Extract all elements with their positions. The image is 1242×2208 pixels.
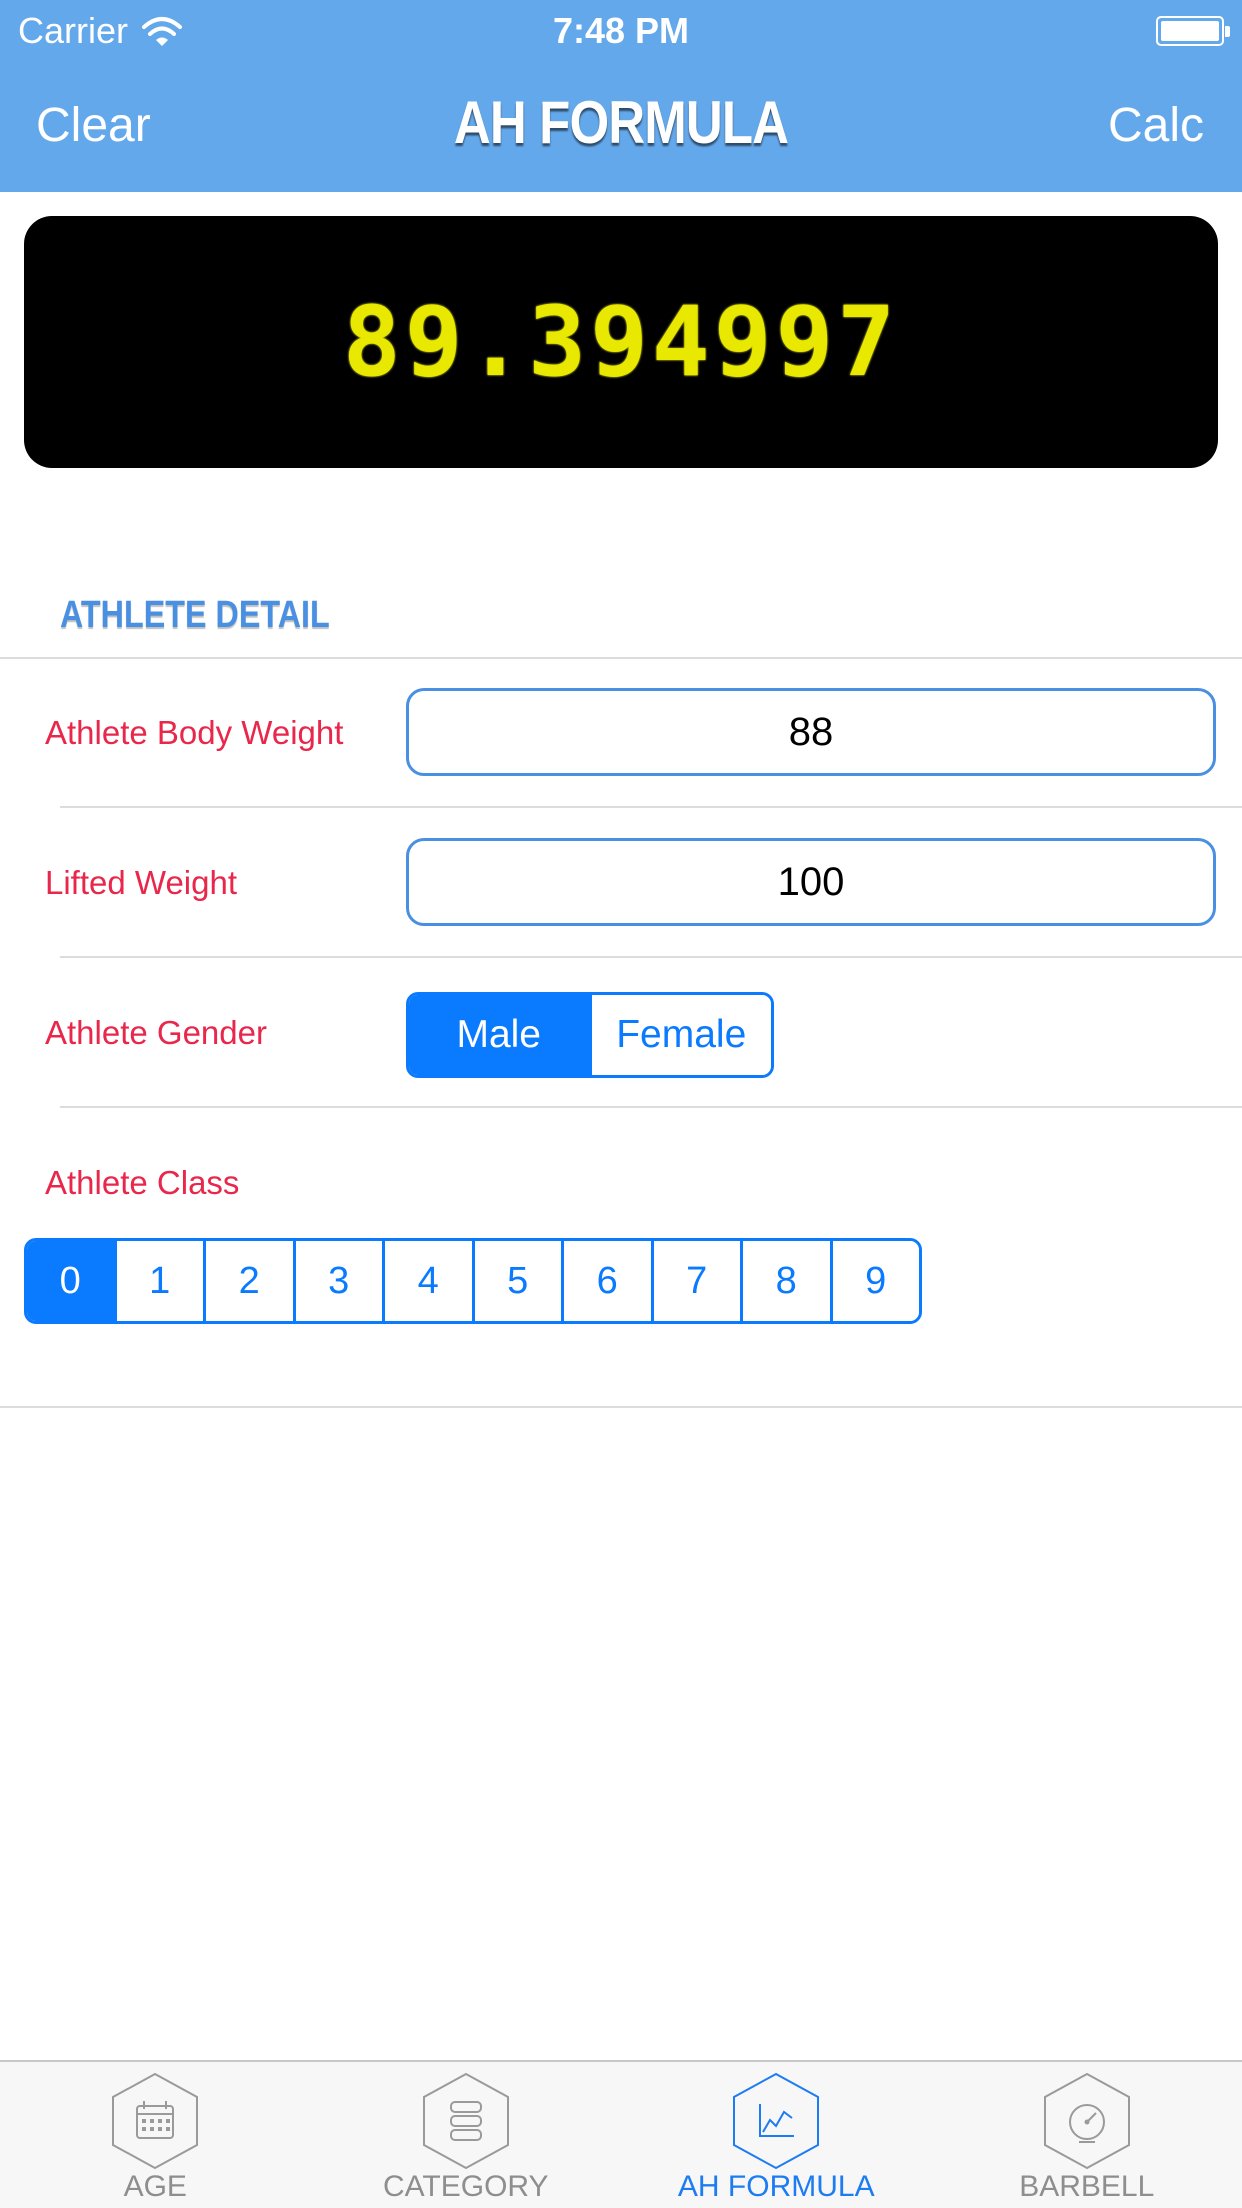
class-option-3[interactable]: 3 (295, 1241, 385, 1321)
body-weight-input[interactable]: 88 (406, 688, 1216, 776)
section-divider-bottom (0, 1406, 1242, 1408)
chart-icon (733, 2072, 820, 2170)
result-value: 89.394997 (342, 286, 900, 398)
class-option-6[interactable]: 6 (564, 1241, 654, 1321)
page-title: AH FORMULA (453, 89, 789, 156)
tab-bar: AGE CATEGORY AH FORMULA BARBELL (0, 2060, 1242, 2208)
gender-option-male[interactable]: Male (409, 995, 592, 1075)
class-option-2[interactable]: 2 (206, 1241, 296, 1321)
status-time: 7:48 PM (552, 10, 690, 51)
tab-label: AH FORMULA (677, 2170, 875, 2203)
row-divider (60, 806, 1242, 808)
section-title: ATHLETE DETAIL (60, 594, 330, 636)
gender-option-female[interactable]: Female (591, 995, 771, 1075)
tab-age[interactable]: AGE (0, 2062, 311, 2208)
class-option-8[interactable]: 8 (743, 1241, 833, 1321)
row-divider (60, 956, 1242, 958)
tab-ah-formula[interactable]: AH FORMULA (621, 2062, 932, 2208)
tab-label: BARBELL (1019, 2170, 1155, 2203)
class-option-1[interactable]: 1 (116, 1241, 206, 1321)
section-divider-top (0, 657, 1242, 659)
class-label: Athlete Class (45, 1164, 240, 1201)
navigation-header: Carrier 7:48 PM Clear AH FORMULA Calc (0, 0, 1242, 192)
calc-button[interactable]: Calc (1108, 98, 1204, 153)
class-option-4[interactable]: 4 (385, 1241, 475, 1321)
row-divider (60, 1106, 1242, 1108)
stack-icon (422, 2072, 509, 2170)
tab-category[interactable]: CATEGORY (311, 2062, 622, 2208)
tab-label: AGE (123, 2170, 187, 2203)
class-segmented-control: 0 1 2 3 4 5 6 7 8 9 (24, 1238, 922, 1324)
class-option-9[interactable]: 9 (832, 1241, 919, 1321)
gender-label: Athlete Gender (45, 1014, 267, 1051)
tab-barbell[interactable]: BARBELL (932, 2062, 1242, 2208)
tab-label: CATEGORY (382, 2170, 549, 2203)
body-weight-label: Athlete Body Weight (45, 714, 344, 751)
gauge-icon (1043, 2072, 1130, 2170)
result-display: 89.394997 (24, 216, 1218, 468)
class-option-5[interactable]: 5 (474, 1241, 564, 1321)
class-option-0[interactable]: 0 (27, 1241, 117, 1321)
lifted-weight-input[interactable]: 100 (406, 838, 1216, 926)
battery-icon (1156, 16, 1230, 46)
calendar-icon (112, 2072, 199, 2170)
class-option-7[interactable]: 7 (653, 1241, 743, 1321)
status-bar: Carrier 7:48 PM (0, 0, 1242, 60)
lifted-weight-label: Lifted Weight (45, 864, 238, 901)
gender-segmented-control: Male Female (406, 992, 774, 1078)
